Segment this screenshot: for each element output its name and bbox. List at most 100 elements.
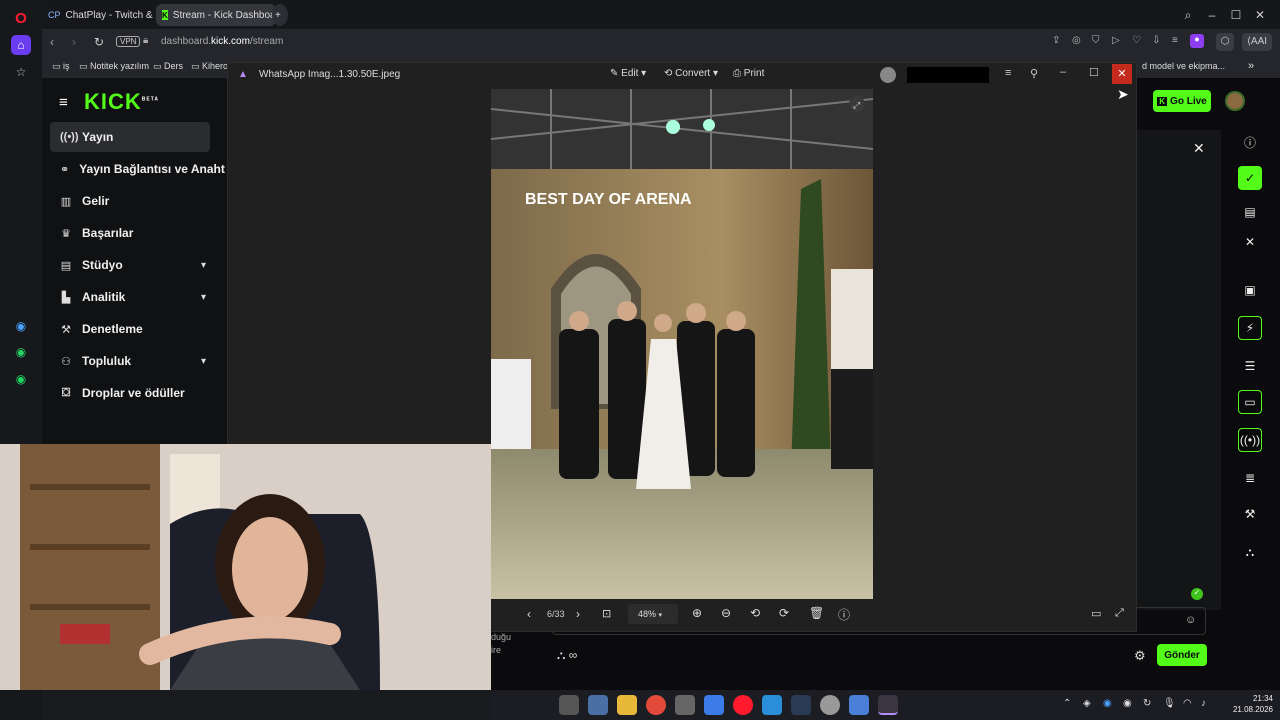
share-icon[interactable]: ⇪ — [1052, 35, 1060, 46]
bookmarks-star-icon[interactable]: ☆ — [11, 62, 31, 82]
clock[interactable]: 21:34 21.08.2026 — [1223, 693, 1273, 715]
menu-icon[interactable]: ≡ — [1005, 67, 1011, 79]
home-icon[interactable]: ⌂ — [11, 35, 31, 55]
tray-chevron-icon[interactable]: ⌃ — [1063, 698, 1071, 709]
nav-item-studyo[interactable]: ▤ Stüdyo ▾ — [50, 250, 210, 280]
zoom-out-icon[interactable]: ⊖ — [721, 606, 731, 620]
download-icon[interactable]: ⇩ — [1152, 35, 1160, 46]
spotify-icon[interactable]: ◉ — [11, 369, 31, 389]
copilot-icon[interactable] — [704, 695, 724, 715]
edit-menu-button[interactable]: ✎ Edit ▾ — [610, 68, 646, 79]
maximize-icon[interactable]: ☐ — [1089, 66, 1099, 79]
bookmark-folder[interactable]: ▭ Ders — [153, 61, 183, 72]
whatsapp-icon[interactable]: ◉ — [11, 342, 31, 362]
shield-icon[interactable]: ⛉ — [1092, 35, 1100, 46]
info-icon[interactable]: ⓘ — [838, 606, 850, 623]
bookmark-overflow-item[interactable]: d model ve ekipma... — [1142, 61, 1225, 71]
extensions-icon[interactable]: ⬡ — [1216, 33, 1234, 51]
hamburger-icon[interactable]: ≡ — [59, 94, 68, 111]
back-icon[interactable]: ‹ — [50, 35, 54, 49]
messenger-icon[interactable]: ◉ — [11, 316, 31, 336]
bookmarks-more-icon[interactable]: » — [1248, 60, 1254, 72]
info-icon[interactable]: ⓘ — [1238, 130, 1262, 154]
filmstrip-icon[interactable]: ▭ — [1091, 607, 1101, 620]
photo-viewer-image[interactable]: BEST DAY OF ARENA ⤢ — [491, 89, 873, 599]
reload-icon[interactable]: ↻ — [94, 35, 104, 49]
tab-chatplay[interactable]: CP ChatPlay - Twitch & Kick İ — [42, 4, 154, 26]
minimize-icon[interactable]: – — [1060, 66, 1066, 78]
account-avatar[interactable] — [880, 67, 896, 83]
go-live-button[interactable]: K Go Live — [1153, 90, 1211, 112]
opera-logo-icon[interactable]: O — [11, 8, 31, 28]
close-icon[interactable]: ✕ — [1238, 230, 1262, 254]
previous-icon[interactable]: ‹ — [527, 607, 531, 621]
broadcast-icon[interactable]: ((•)) — [1238, 428, 1262, 452]
bookmark-folder[interactable]: ▭ Kihero — [191, 61, 228, 72]
camera-icon[interactable]: ◎ — [1072, 35, 1081, 46]
chat-emotes-icon[interactable]: ⛬ ∞ — [557, 648, 577, 663]
minimize-icon[interactable]: – — [1202, 5, 1222, 25]
vpn-badge[interactable]: VPN — [116, 36, 141, 47]
convert-menu-button[interactable]: ⟲ Convert ▾ — [664, 68, 718, 79]
chat-send-button[interactable]: Gönder — [1157, 644, 1207, 666]
settings-icon[interactable] — [820, 695, 840, 715]
file-explorer-icon[interactable] — [617, 695, 637, 715]
close-icon[interactable]: ✕ — [1193, 140, 1205, 157]
opera-icon[interactable] — [733, 695, 753, 715]
bookmark-folder[interactable]: ▭ iş — [52, 61, 70, 72]
pin-icon[interactable]: ⚲ — [1030, 67, 1038, 80]
tray-edge-icon[interactable]: ◉ — [1103, 698, 1112, 709]
nav-item-yayin[interactable]: ((•)) Yayın — [50, 122, 210, 152]
task-view-icon[interactable] — [559, 695, 579, 715]
volume-icon[interactable]: ♪ — [1201, 698, 1206, 709]
bookmark-folder[interactable]: ▭ Notitek yazılım — [79, 61, 149, 72]
chat-icon[interactable]: ▭ — [1238, 390, 1262, 414]
avatar[interactable] — [1225, 91, 1245, 111]
wrench-icon[interactable]: ⚒ — [1238, 502, 1262, 526]
zoom-in-icon[interactable]: ⊕ — [692, 606, 702, 620]
tray-steam-icon[interactable]: ◉ — [1123, 698, 1132, 709]
rotate-right-icon[interactable]: ⟳ — [779, 606, 789, 620]
chat-settings-gear-icon[interactable]: ⚙ — [1134, 648, 1146, 664]
nav-item-basarilar[interactable]: ♛ Başarılar — [50, 218, 210, 248]
delete-icon[interactable]: 🗑︎ — [809, 606, 824, 620]
checkmark-icon[interactable]: ✓ — [1238, 166, 1262, 190]
close-window-button[interactable]: ✕ — [1112, 64, 1132, 84]
print-button[interactable]: ⎙ Print — [733, 68, 764, 79]
mail-icon[interactable] — [762, 695, 782, 715]
store-icon[interactable] — [675, 695, 695, 715]
users-icon[interactable]: ⛬ — [1238, 540, 1262, 564]
url-field[interactable]: dashboard.kick.com/stream — [161, 36, 283, 47]
layout-icon[interactable]: ▤ — [1238, 200, 1262, 224]
tab-kick-dashboard[interactable]: K Stream - Kick Dashboard — [156, 4, 276, 26]
lightning-icon[interactable]: ⚡︎ — [1238, 316, 1262, 340]
fit-to-window-icon[interactable]: ⊡ — [602, 607, 611, 620]
kick-logo[interactable]: KICKBETA — [84, 89, 159, 115]
nav-item-topluluk[interactable]: ⚇ Topluluk ▾ — [50, 346, 210, 376]
next-icon[interactable]: › — [576, 607, 580, 621]
zoom-select[interactable]: 48% ▾ — [628, 604, 678, 624]
wifi-icon[interactable]: ◠ — [1183, 698, 1192, 709]
menu-icon[interactable]: ≡ — [1172, 35, 1178, 46]
photos-taskbar-icon[interactable] — [878, 695, 898, 715]
tray-sync-icon[interactable]: ↻ — [1143, 698, 1151, 709]
microphone-icon[interactable]: 🎙︎ — [1163, 698, 1176, 709]
tray-app-icon[interactable]: ◈ — [1083, 698, 1091, 709]
nav-item-stream-key[interactable]: ⚭ Yayın Bağlantısı ve Anahta — [50, 154, 225, 184]
aria-ai-button[interactable]: ⟨AAI — [1242, 33, 1273, 51]
maximize-icon[interactable]: ☐ — [1226, 5, 1246, 25]
new-tab-button[interactable]: + — [272, 4, 288, 26]
list-icon[interactable]: ☰ — [1238, 354, 1262, 378]
calculator-icon[interactable] — [588, 695, 608, 715]
fullscreen-icon[interactable]: ⤢ — [1115, 607, 1124, 620]
rotate-left-icon[interactable]: ⟲ — [750, 606, 760, 620]
nav-item-denetleme[interactable]: ⚒ Denetleme — [50, 314, 210, 344]
player-icon[interactable]: ▷ — [1112, 35, 1120, 46]
emoji-icon[interactable]: ☺ — [1185, 614, 1196, 626]
nav-item-analitik[interactable]: ▙ Analitik ▾ — [50, 282, 210, 312]
chrome-icon[interactable] — [646, 695, 666, 715]
nav-item-droplar[interactable]: ⛋ Droplar ve ödüller — [50, 378, 210, 408]
clip-icon[interactable]: ▣ — [1238, 278, 1262, 302]
spreadsheet-icon[interactable] — [849, 695, 869, 715]
nav-item-gelir[interactable]: ▥ Gelir — [50, 186, 210, 216]
